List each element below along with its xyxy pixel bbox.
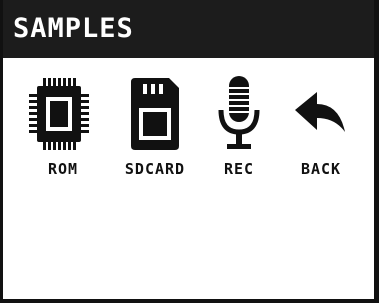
page-title: SAMPLES bbox=[13, 13, 134, 44]
menu-item-rec[interactable]: REC bbox=[199, 74, 279, 184]
menu-item-label: BACK bbox=[300, 160, 342, 178]
menu-item-back[interactable]: BACK bbox=[281, 74, 361, 184]
menu-item-label: ROM bbox=[47, 160, 79, 178]
chip-icon bbox=[29, 78, 89, 150]
device-screen: SAMPLES ROM SDCARD REC BACK bbox=[0, 0, 379, 303]
back-arrow-icon bbox=[295, 92, 345, 132]
menu-item-label: SDCARD bbox=[124, 160, 186, 178]
sdcard-icon bbox=[131, 78, 179, 150]
title-bar: SAMPLES bbox=[3, 0, 374, 58]
menu-item-sdcard[interactable]: SDCARD bbox=[115, 74, 195, 184]
menu-item-rom[interactable]: ROM bbox=[23, 74, 103, 184]
microphone-icon bbox=[218, 76, 260, 149]
menu-item-label: REC bbox=[223, 160, 255, 178]
